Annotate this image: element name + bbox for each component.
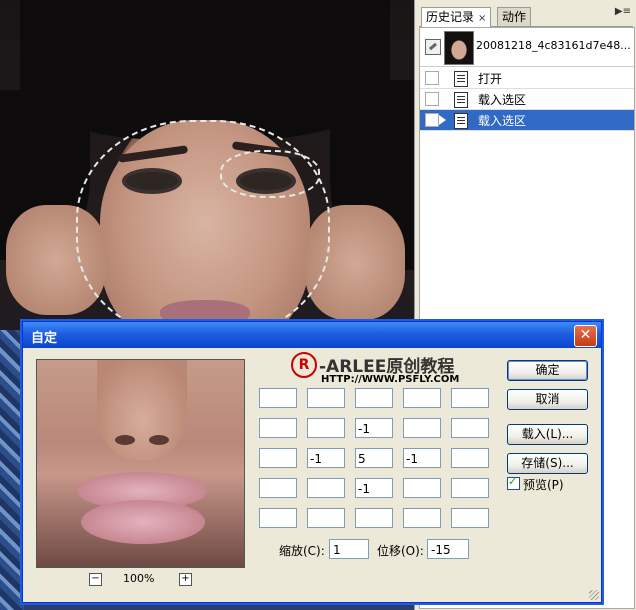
matrix-cell[interactable] — [259, 388, 297, 408]
preview-lower-lip — [81, 500, 205, 544]
preview-nostril — [149, 435, 169, 445]
matrix-cell[interactable]: -1 — [355, 418, 393, 438]
zoom-out-button[interactable]: − — [89, 573, 102, 586]
matrix-cell[interactable] — [403, 388, 441, 408]
matrix-cell[interactable] — [259, 418, 297, 438]
matrix-cell[interactable] — [307, 508, 345, 528]
filter-preview[interactable] — [36, 359, 245, 568]
history-step-label: 载入选区 — [478, 93, 527, 107]
matrix-cell[interactable] — [451, 448, 489, 468]
close-icon[interactable]: × — [478, 13, 486, 24]
preview-nose — [97, 360, 187, 460]
dialog-titlebar[interactable]: 自定 ✕ — [23, 322, 601, 348]
scale-input[interactable]: 1 — [329, 539, 369, 559]
snapshot-name: 20081218_4c83161d7e48... — [476, 39, 631, 52]
matrix-cell[interactable] — [451, 508, 489, 528]
history-source-checkbox[interactable] — [425, 92, 439, 106]
panel-tabs: 历史记录 × 动作 — [419, 4, 633, 27]
matrix-cell[interactable] — [307, 418, 345, 438]
document-icon — [454, 113, 468, 129]
current-state-arrow-icon — [439, 115, 446, 125]
history-step-label: 载入选区 — [478, 114, 527, 128]
tab-actions[interactable]: 动作 — [497, 7, 532, 26]
history-step-load-selection-current[interactable]: 载入选区 — [420, 110, 634, 131]
custom-filter-dialog: 自定 ✕ − 100% + R -ARLEE原创教程 HTTP://WWW.PS… — [22, 321, 602, 603]
panel-menu-icon[interactable]: ▶≡ — [615, 6, 631, 17]
tab-actions-label: 动作 — [502, 10, 527, 24]
matrix-cell[interactable]: -1 — [307, 448, 345, 468]
dialog-title: 自定 — [31, 331, 58, 346]
zoom-controls: − 100% + — [36, 571, 243, 589]
close-button[interactable]: ✕ — [574, 325, 597, 347]
matrix-cell[interactable] — [259, 478, 297, 498]
offset-label: 位移(O): — [377, 544, 424, 558]
save-button[interactable]: 存储(S)... — [507, 453, 588, 474]
matrix-cell[interactable] — [307, 478, 345, 498]
history-snapshot[interactable]: 20081218_4c83161d7e48... — [420, 28, 634, 67]
preview-nostril — [115, 435, 135, 445]
scale-label: 缩放(C): — [279, 544, 325, 558]
document-icon — [454, 92, 468, 108]
watermark-logo: R -ARLEE原创教程 HTTP://WWW.PSFLY.COM — [291, 352, 491, 388]
matrix-cell[interactable] — [355, 508, 393, 528]
matrix-cell[interactable]: -1 — [355, 478, 393, 498]
kernel-matrix: -1 -1 5 -1 -1 — [259, 388, 491, 530]
history-step-label: 打开 — [478, 72, 503, 86]
matrix-cell[interactable] — [451, 418, 489, 438]
matrix-cell-center[interactable]: 5 — [355, 448, 393, 468]
preview-checkbox[interactable] — [507, 475, 520, 490]
resize-grip-icon[interactable] — [589, 590, 599, 600]
matrix-cell[interactable] — [259, 508, 297, 528]
matrix-cell[interactable] — [259, 448, 297, 468]
matrix-cell[interactable] — [451, 388, 489, 408]
zoom-level: 100% — [123, 572, 155, 585]
matrix-cell[interactable] — [403, 478, 441, 498]
matrix-cell[interactable] — [403, 418, 441, 438]
matrix-cell[interactable] — [355, 388, 393, 408]
logo-mark: R — [291, 352, 317, 378]
ok-button[interactable]: 确定 — [507, 360, 588, 381]
cancel-button[interactable]: 取消 — [507, 389, 588, 410]
background-pattern — [0, 330, 24, 610]
matrix-cell[interactable] — [307, 388, 345, 408]
history-source-checkbox[interactable] — [425, 71, 439, 85]
matrix-cell[interactable]: -1 — [403, 448, 441, 468]
history-step-open[interactable]: 打开 — [420, 68, 634, 89]
matrix-cell[interactable] — [403, 508, 441, 528]
tab-history-label: 历史记录 — [426, 10, 475, 24]
zoom-in-button[interactable]: + — [179, 573, 192, 586]
history-step-load-selection[interactable]: 载入选区 — [420, 89, 634, 110]
offset-input[interactable]: -15 — [427, 539, 469, 559]
tab-history[interactable]: 历史记录 × — [421, 7, 492, 27]
document-icon — [454, 71, 468, 87]
load-button[interactable]: 载入(L)... — [507, 424, 588, 445]
matrix-cell[interactable] — [451, 478, 489, 498]
snapshot-thumbnail — [444, 31, 474, 65]
selection-marquee-eye — [220, 150, 320, 198]
history-source-checkbox[interactable] — [425, 113, 439, 127]
preview-checkbox-label[interactable]: 预览(P) — [523, 476, 564, 493]
logo-url: HTTP://WWW.PSFLY.COM — [321, 374, 460, 385]
history-brush-icon[interactable] — [425, 39, 441, 55]
